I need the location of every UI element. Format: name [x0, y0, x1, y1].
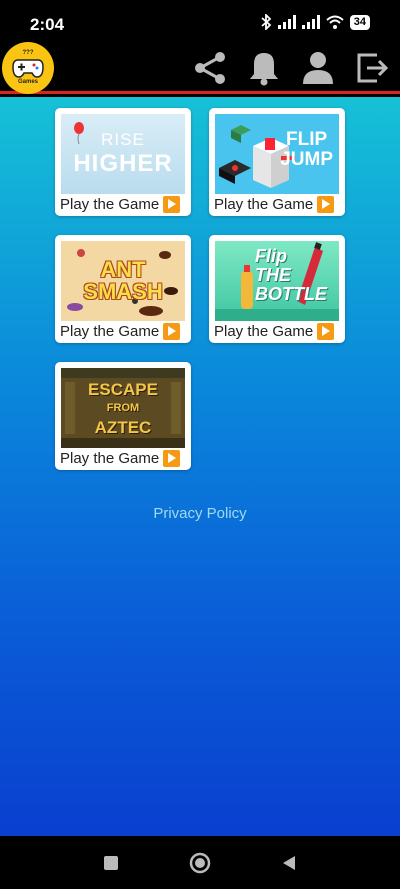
- balloon-icon: [74, 122, 84, 144]
- header-actions: [190, 48, 392, 88]
- play-label: Play the Game: [60, 449, 160, 467]
- game-title: Flip THE BOTTLE: [255, 247, 327, 304]
- play-button[interactable]: Play the Game: [60, 194, 188, 214]
- game-list: RISE HIGHER Play the Game FLIP JUMP Play…: [0, 97, 400, 836]
- logo-text-top: ???: [22, 50, 34, 56]
- game-title-line2: FROM: [106, 401, 140, 414]
- app-header: ??? Games: [0, 42, 400, 94]
- game-thumbnail[interactable]: ANT SMASH: [61, 241, 185, 321]
- play-icon: [163, 195, 181, 213]
- profile-button[interactable]: [298, 48, 338, 88]
- play-label: Play the Game: [60, 195, 160, 213]
- user-icon: [303, 52, 333, 84]
- game-card-flip-the-bottle[interactable]: Flip THE BOTTLE Play the Game: [209, 235, 345, 343]
- game-thumbnail[interactable]: FLIP JUMP: [215, 114, 339, 194]
- game-title-line2: SMASH: [83, 279, 163, 304]
- logout-icon: [357, 53, 389, 83]
- game-thumbnail[interactable]: ESCAPE FROM AZTEC: [61, 368, 185, 448]
- gamepad-icon: [12, 59, 44, 78]
- game-title-line1: ESCAPE: [88, 379, 158, 399]
- share-button[interactable]: [190, 48, 230, 88]
- game-title-line1: FLIP: [286, 129, 328, 150]
- notifications-button[interactable]: [244, 48, 284, 88]
- privacy-policy-link[interactable]: Privacy Policy: [0, 505, 400, 522]
- bluetooth-icon: [261, 14, 272, 30]
- play-button[interactable]: Play the Game: [60, 321, 188, 341]
- game-title: ESCAPE FROM AZTEC: [88, 380, 158, 437]
- game-title-line1: RISE: [101, 130, 145, 149]
- bell-icon: [250, 53, 278, 86]
- play-label: Play the Game: [214, 322, 314, 340]
- play-icon: [163, 449, 181, 467]
- game-title-line1: Flip: [255, 246, 287, 266]
- play-button[interactable]: Play the Game: [214, 321, 342, 341]
- signal-icon-2: [301, 15, 320, 29]
- game-card-rise-higher[interactable]: RISE HIGHER Play the Game: [55, 108, 191, 216]
- app-logo[interactable]: ??? Games: [2, 42, 54, 94]
- status-bar: 2:04 34: [0, 0, 400, 42]
- logo-text-bottom: Games: [17, 79, 38, 85]
- play-icon: [317, 322, 335, 340]
- status-icons: 34: [260, 14, 370, 30]
- game-title: ANT SMASH: [83, 259, 162, 303]
- recents-icon[interactable]: [102, 854, 120, 872]
- wifi-icon: [326, 15, 344, 29]
- game-title-line1: ANT: [100, 257, 146, 282]
- signal-icon: [277, 15, 296, 29]
- system-nav-bar: [0, 836, 400, 889]
- game-card-flip-jump[interactable]: FLIP JUMP Play the Game: [209, 108, 345, 216]
- game-title-line2: HIGHER: [73, 150, 173, 177]
- clock: 2:04: [30, 15, 65, 34]
- logout-button[interactable]: [352, 48, 392, 88]
- play-label: Play the Game: [214, 195, 314, 213]
- game-thumbnail[interactable]: Flip THE BOTTLE: [215, 241, 339, 321]
- play-button[interactable]: Play the Game: [60, 448, 188, 468]
- home-icon[interactable]: [188, 851, 212, 875]
- play-icon: [317, 195, 335, 213]
- game-title-line3: AZTEC: [94, 417, 152, 437]
- battery-indicator: 34: [349, 14, 370, 30]
- game-title-line3: BOTTLE: [255, 284, 327, 304]
- back-icon[interactable]: [280, 854, 298, 872]
- play-icon: [163, 322, 181, 340]
- game-thumbnail[interactable]: RISE HIGHER: [61, 114, 185, 194]
- play-button[interactable]: Play the Game: [214, 194, 342, 214]
- game-card-escape-from-aztec[interactable]: ESCAPE FROM AZTEC Play the Game: [55, 362, 191, 470]
- game-title-line2: JUMP: [280, 149, 333, 170]
- share-icon: [195, 52, 225, 84]
- game-card-ant-smash[interactable]: ANT SMASH Play the Game: [55, 235, 191, 343]
- game-title: FLIP JUMP: [280, 130, 333, 170]
- game-title-line2: THE: [255, 265, 291, 285]
- play-label: Play the Game: [60, 322, 160, 340]
